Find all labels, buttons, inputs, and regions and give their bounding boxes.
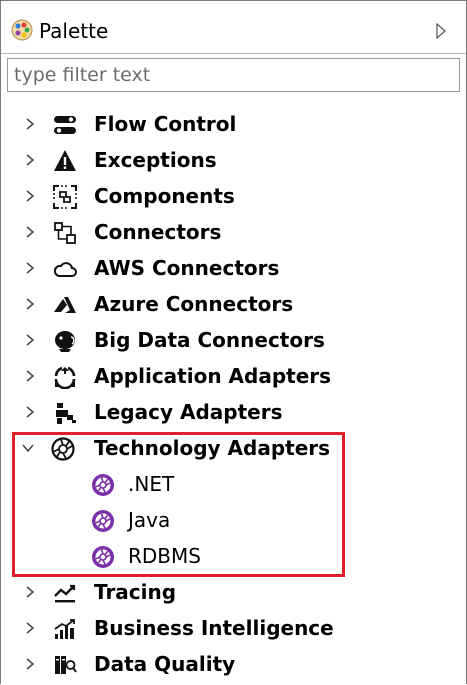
tree-item-business-intelligence[interactable]: Business Intelligence <box>1 611 466 647</box>
data-quality-icon <box>55 656 77 674</box>
big-data-icon <box>55 331 75 352</box>
tree-item-label: AWS Connectors <box>94 256 280 280</box>
legacy-adapters-icon <box>56 403 76 424</box>
connectors-icon <box>54 222 76 244</box>
tree-item-label: Data Quality <box>94 652 236 676</box>
tree-item-label: Connectors <box>94 220 222 244</box>
tree-item-azure-connectors[interactable]: Azure Connectors <box>1 287 466 323</box>
exceptions-icon <box>54 150 76 171</box>
tree-item-label: Azure Connectors <box>94 292 294 316</box>
chevron-right-icon[interactable] <box>23 621 37 635</box>
tree-item-label: Components <box>94 184 235 208</box>
tree-item-components[interactable]: Components <box>1 179 466 215</box>
collapse-palette-icon[interactable] <box>435 23 447 39</box>
tree-item-label: Application Adapters <box>94 364 332 388</box>
tree-item-legacy-adapters[interactable]: Legacy Adapters <box>1 395 466 431</box>
chevron-right-icon[interactable] <box>23 261 37 275</box>
chevron-right-icon[interactable] <box>23 369 37 383</box>
chevron-right-icon[interactable] <box>23 117 37 131</box>
aws-cloud-icon <box>53 262 77 277</box>
tree-item-aws-connectors[interactable]: AWS Connectors <box>1 251 466 287</box>
tree-item-label: Exceptions <box>94 148 217 172</box>
palette-icon <box>11 19 33 41</box>
chevron-right-icon[interactable] <box>23 405 37 419</box>
tree-item-label: Tracing <box>94 580 177 604</box>
tree-item-data-quality[interactable]: Data Quality <box>1 647 466 683</box>
highlight-box <box>12 432 345 577</box>
tree-item-label: Legacy Adapters <box>94 400 283 424</box>
palette-title: Palette <box>39 19 109 43</box>
chevron-right-icon[interactable] <box>23 585 37 599</box>
tree-item-tracing[interactable]: Tracing <box>1 575 466 611</box>
application-adapters-icon <box>54 366 76 389</box>
tree-item-label: Business Intelligence <box>94 616 334 640</box>
tree-item-connectors[interactable]: Connectors <box>1 215 466 251</box>
flow-control-icon <box>54 116 76 134</box>
palette-header: Palette <box>1 1 466 54</box>
palette-panel: Palette Flow Control Exceptions Componen… <box>0 0 467 684</box>
tree-item-big-data-connectors[interactable]: Big Data Connectors <box>1 323 466 359</box>
tracing-icon <box>54 584 76 603</box>
chevron-right-icon[interactable] <box>23 153 37 167</box>
chevron-right-icon[interactable] <box>23 189 37 203</box>
filter-input[interactable] <box>7 58 460 92</box>
tree-item-flow-control[interactable]: Flow Control <box>1 107 466 143</box>
tree-item-exceptions[interactable]: Exceptions <box>1 143 466 179</box>
azure-icon <box>54 297 76 313</box>
tree-item-label: Flow Control <box>94 112 237 136</box>
components-icon <box>53 185 77 209</box>
business-intelligence-icon <box>54 619 75 639</box>
tree-item-label: Big Data Connectors <box>94 328 325 352</box>
chevron-right-icon[interactable] <box>23 333 37 347</box>
chevron-right-icon[interactable] <box>23 297 37 311</box>
chevron-right-icon[interactable] <box>23 657 37 671</box>
tree-item-application-adapters[interactable]: Application Adapters <box>1 359 466 395</box>
chevron-right-icon[interactable] <box>23 225 37 239</box>
